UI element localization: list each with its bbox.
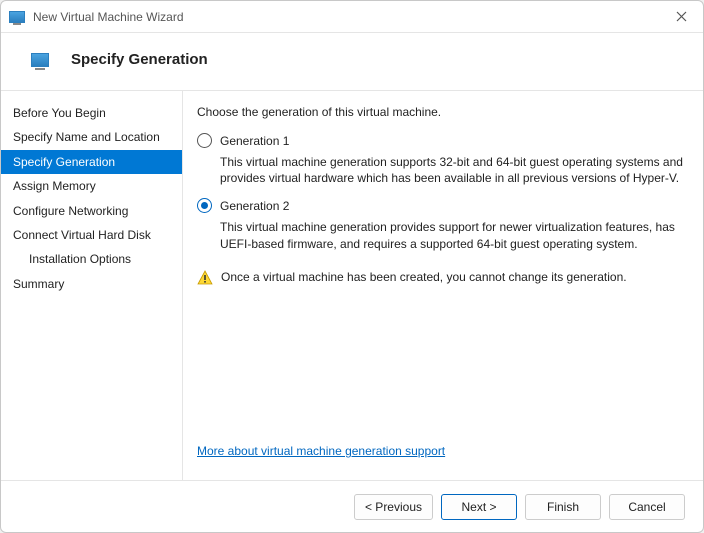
radio-description: This virtual machine generation provides… (220, 219, 685, 251)
sidebar-item-summary[interactable]: Summary (1, 272, 182, 296)
monitor-icon (9, 11, 25, 23)
monitor-icon (31, 53, 49, 67)
sidebar-item-specify-generation[interactable]: Specify Generation (1, 150, 182, 174)
sidebar: Before You Begin Specify Name and Locati… (1, 91, 183, 480)
sidebar-item-assign-memory[interactable]: Assign Memory (1, 174, 182, 198)
more-info-link[interactable]: More about virtual machine generation su… (197, 444, 685, 458)
window-title: New Virtual Machine Wizard (33, 10, 184, 24)
warning-row: Once a virtual machine has been created,… (197, 270, 685, 286)
page-title: Specify Generation (71, 51, 208, 68)
radio-label: Generation 1 (220, 134, 289, 148)
header: Specify Generation (1, 33, 703, 91)
content: Choose the generation of this virtual ma… (183, 91, 703, 480)
cancel-button[interactable]: Cancel (609, 494, 685, 520)
radio-generation-2[interactable]: Generation 2 (197, 198, 685, 213)
sidebar-item-connect-virtual-hard-disk[interactable]: Connect Virtual Hard Disk (1, 223, 182, 247)
instruction-text: Choose the generation of this virtual ma… (197, 105, 685, 119)
next-button[interactable]: Next > (441, 494, 517, 520)
footer: < Previous Next > Finish Cancel (1, 480, 703, 532)
body: Before You Begin Specify Name and Locati… (1, 91, 703, 480)
radio-description: This virtual machine generation supports… (220, 154, 685, 186)
warning-icon (197, 270, 213, 286)
radio-checked-icon (197, 198, 212, 213)
close-icon (676, 11, 687, 22)
sidebar-item-before-you-begin[interactable]: Before You Begin (1, 101, 182, 125)
radio-generation-1[interactable]: Generation 1 (197, 133, 685, 148)
close-button[interactable] (667, 3, 695, 31)
radio-unchecked-icon (197, 133, 212, 148)
sidebar-item-installation-options[interactable]: Installation Options (1, 247, 182, 271)
previous-button[interactable]: < Previous (354, 494, 433, 520)
sidebar-item-specify-name-location[interactable]: Specify Name and Location (1, 125, 182, 149)
wizard-window: New Virtual Machine Wizard Specify Gener… (0, 0, 704, 533)
sidebar-item-configure-networking[interactable]: Configure Networking (1, 199, 182, 223)
titlebar: New Virtual Machine Wizard (1, 1, 703, 33)
radio-label: Generation 2 (220, 199, 289, 213)
warning-text: Once a virtual machine has been created,… (221, 270, 627, 284)
finish-button[interactable]: Finish (525, 494, 601, 520)
